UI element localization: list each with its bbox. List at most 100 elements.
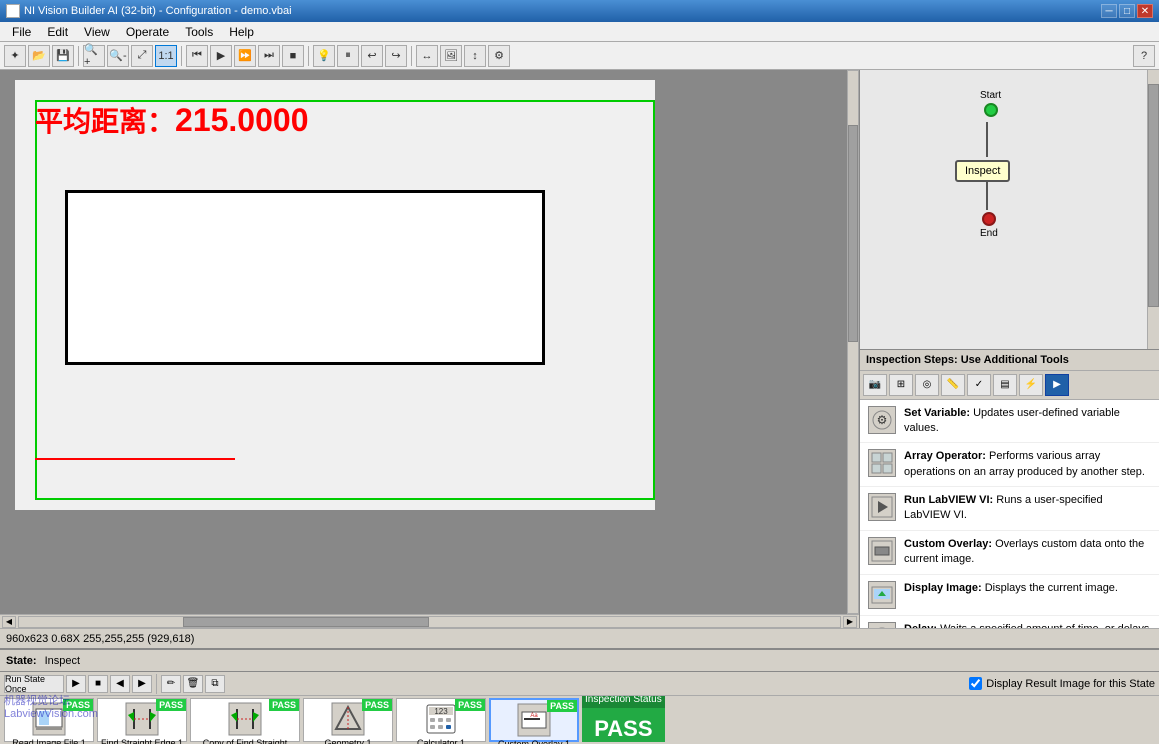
tool-item-delay[interactable]: Delay: Waits a specified amount of time,… <box>860 616 1159 628</box>
workflow-prev-button[interactable]: ◀ <box>110 675 130 693</box>
step-custom-overlay[interactable]: PASS Aa Custom Overlay 1 <box>489 698 579 742</box>
step-read-image[interactable]: PASS Read Image File 1 新建仿真图像 bmp <box>4 698 94 742</box>
h-scroll-thumb[interactable] <box>183 617 429 627</box>
step-forward-button[interactable]: ⏩ <box>234 45 256 67</box>
workflow-play-button[interactable]: ▶ <box>66 675 86 693</box>
undo-button[interactable]: ↩ <box>361 45 383 67</box>
canvas-bg[interactable]: 平均距离：215.0000 <box>0 70 847 614</box>
workflow-stop-button[interactable]: ■ <box>88 675 108 693</box>
v-scroll-thumb[interactable] <box>848 125 858 342</box>
menu-edit[interactable]: Edit <box>39 23 76 41</box>
redo-button[interactable]: ↪ <box>385 45 407 67</box>
workflow-delete-button[interactable]: 🗑 <box>183 675 203 693</box>
tool-item-custom-overlay[interactable]: Custom Overlay: Overlays custom data ont… <box>860 531 1159 575</box>
zoom-in-button[interactable]: 🔍+ <box>83 45 105 67</box>
window-controls: ─ □ ✕ <box>1101 4 1153 18</box>
step-label-find-edge: Find Straight Edge 1 <box>99 737 185 744</box>
image-button[interactable]: 🖼 <box>440 45 462 67</box>
display-result-label: Display Result Image for this State <box>986 678 1155 690</box>
inspect-box[interactable]: Inspect <box>955 160 1010 182</box>
step-back-button[interactable]: ▶ <box>210 45 232 67</box>
separator-2 <box>181 46 182 66</box>
step-pass-geometry: PASS <box>362 699 392 711</box>
zoom-fit-button[interactable]: ⤢ <box>131 45 153 67</box>
close-button[interactable]: ✕ <box>1137 4 1153 18</box>
vertical-scrollbar[interactable] <box>847 70 859 614</box>
tool-network[interactable]: ⚡ <box>1019 374 1043 396</box>
inspection-status-value: PASS <box>586 708 660 744</box>
zoom-actual-button[interactable]: 1:1 <box>155 45 177 67</box>
zoom-out-button[interactable]: 🔍- <box>107 45 129 67</box>
menu-view[interactable]: View <box>76 23 118 41</box>
run-once-button[interactable]: ⏭ <box>258 45 280 67</box>
image-panel: 平均距离：215.0000 ◀ ▶ <box>0 70 859 628</box>
h-scroll-track[interactable] <box>18 616 841 628</box>
tool-ruler[interactable]: 📏 <box>941 374 965 396</box>
step-calculator[interactable]: PASS 123 Calculator 1 平均距离 = 215 <box>396 698 486 742</box>
flip-v-button[interactable]: ↕ <box>464 45 486 67</box>
menu-tools[interactable]: Tools <box>177 23 221 41</box>
delay-desc: Delay: Waits a specified amount of time,… <box>904 622 1151 628</box>
run-labview-icon <box>868 493 896 521</box>
menu-help[interactable]: Help <box>221 23 262 41</box>
open-button[interactable]: 📂 <box>28 45 50 67</box>
svg-text:⚙: ⚙ <box>877 413 888 427</box>
display-result-checkbox[interactable] <box>969 677 982 690</box>
tool-barcode[interactable]: ▤ <box>993 374 1017 396</box>
value-text: 215.0000 <box>175 102 308 138</box>
custom-overlay-desc: Custom Overlay: Overlays custom data ont… <box>904 537 1151 568</box>
flow-line-2 <box>986 180 988 210</box>
scroll-right-button[interactable]: ▶ <box>843 616 857 628</box>
tool-arrow-right[interactable]: ▶ <box>1045 374 1069 396</box>
tool-check[interactable]: ✓ <box>967 374 991 396</box>
maximize-button[interactable]: □ <box>1119 4 1135 18</box>
tool-item-run-labview[interactable]: Run LabVIEW VI: Runs a user-specified La… <box>860 487 1159 531</box>
tool-item-set-variable[interactable]: ⚙ Set Variable: Updates user-defined var… <box>860 400 1159 444</box>
workflow-edit-button[interactable]: ✏ <box>161 675 181 693</box>
settings-button[interactable]: ⚙ <box>488 45 510 67</box>
stop-button[interactable]: ■ <box>282 45 304 67</box>
step-start-button[interactable]: ⏮ <box>186 45 208 67</box>
workflow-toolbar: Run State Once ▶ ■ ◀ ▶ ✏ 🗑 ⧉ Display Res… <box>0 672 1159 696</box>
display-image-desc: Display Image: Displays the current imag… <box>904 581 1118 596</box>
tool-item-display-image[interactable]: Display Image: Displays the current imag… <box>860 575 1159 616</box>
workflow-copy-button[interactable]: ⧉ <box>205 675 225 693</box>
new-button[interactable]: ✦ <box>4 45 26 67</box>
tool-camera[interactable]: 📷 <box>863 374 887 396</box>
flow-scroll-thumb[interactable] <box>1148 84 1159 307</box>
save-button[interactable]: 💾 <box>52 45 74 67</box>
inspection-rect <box>65 190 545 365</box>
set-variable-icon: ⚙ <box>868 406 896 434</box>
help-button[interactable]: ? <box>1133 45 1155 67</box>
tool-item-array-operator[interactable]: Array Operator: Performs various array o… <box>860 443 1159 487</box>
tools-list: ⚙ Set Variable: Updates user-defined var… <box>860 400 1159 629</box>
tool-grid[interactable]: ⊞ <box>889 374 913 396</box>
flow-line-1 <box>986 122 988 157</box>
pause-button[interactable]: ⏸ <box>337 45 359 67</box>
run-labview-desc: Run LabVIEW VI: Runs a user-specified La… <box>904 493 1151 524</box>
step-copy-edge[interactable]: PASS Copy of Find Straight Edge 1 Distan… <box>190 698 300 742</box>
scroll-left-button[interactable]: ◀ <box>2 616 16 628</box>
tool-target[interactable]: ◎ <box>915 374 939 396</box>
array-operator-icon <box>868 449 896 477</box>
step-label-calculator: Calculator 1 <box>415 737 467 744</box>
menu-operate[interactable]: Operate <box>118 23 177 41</box>
step-label-geometry: Geometry 1 <box>322 737 373 744</box>
run-state-once-button[interactable]: Run State Once <box>4 675 64 693</box>
step-find-edge[interactable]: PASS Find Straight Edge 1 Distance = 146… <box>97 698 187 742</box>
flip-h-button[interactable]: ↔ <box>416 45 438 67</box>
step-geometry[interactable]: PASS Geometry 1 X position = 73.00 <box>303 698 393 742</box>
display-image-icon <box>868 581 896 609</box>
tools-header: Inspection Steps: Use Additional Tools <box>860 350 1159 371</box>
state-bar: State: Inspect <box>0 650 1159 672</box>
menu-bar: File Edit View Operate Tools Help <box>0 22 1159 42</box>
canvas-content: 平均距离：215.0000 <box>15 80 655 510</box>
flow-v-scrollbar[interactable] <box>1147 70 1159 349</box>
light-button[interactable]: 💡 <box>313 45 335 67</box>
custom-overlay-icon <box>868 537 896 565</box>
svg-text:Aa: Aa <box>530 713 538 719</box>
horizontal-scrollbar[interactable]: ◀ ▶ <box>0 614 859 628</box>
menu-file[interactable]: File <box>4 23 39 41</box>
workflow-next-button[interactable]: ▶ <box>132 675 152 693</box>
minimize-button[interactable]: ─ <box>1101 4 1117 18</box>
